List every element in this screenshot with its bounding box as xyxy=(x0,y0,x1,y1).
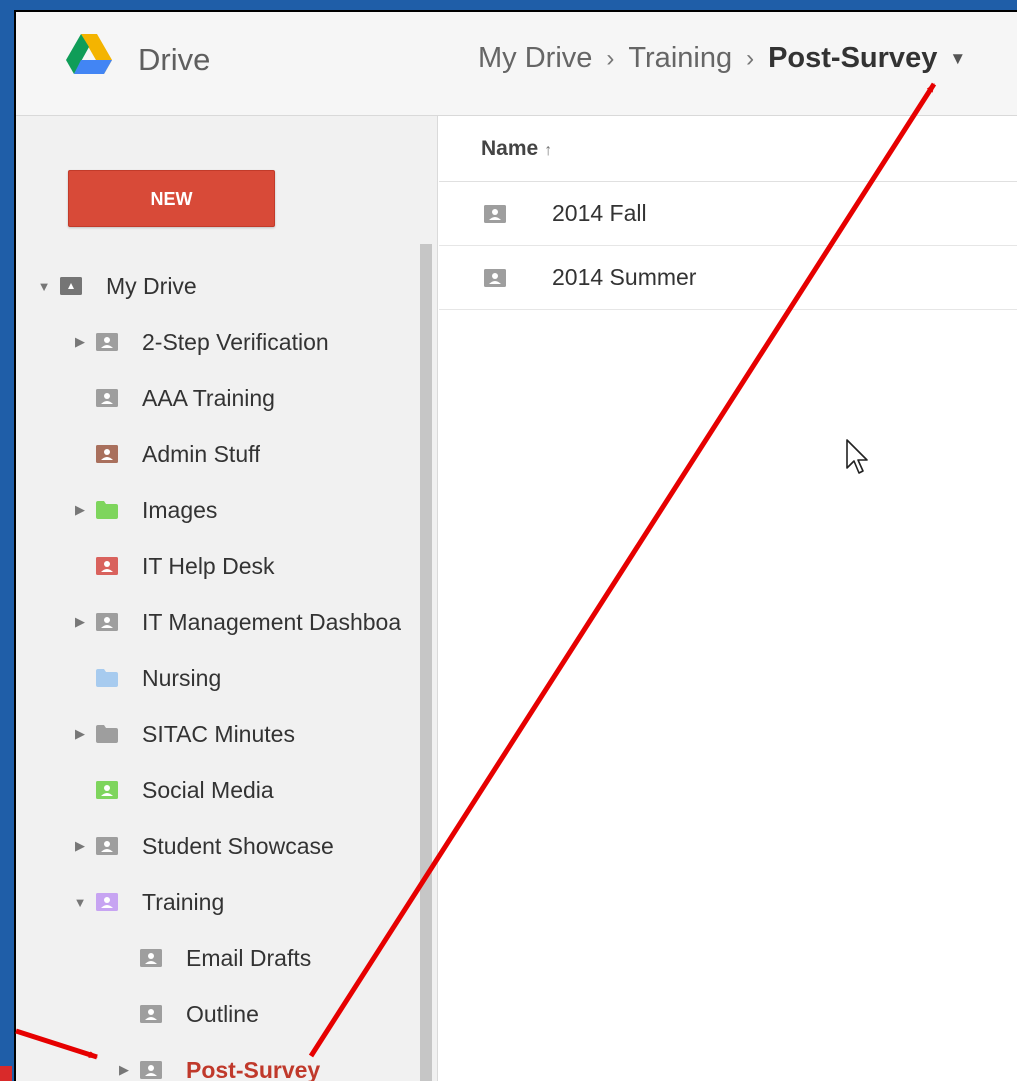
name-column-header[interactable]: Name ↑ xyxy=(481,137,552,161)
sidebar-item-student-showcase[interactable]: ▶ Student Showcase xyxy=(16,826,416,866)
sidebar-item-social-media[interactable]: Social Media xyxy=(16,770,416,810)
sidebar-item-2-step-verification[interactable]: ▶ 2-Step Verification xyxy=(16,322,416,362)
red-marker xyxy=(0,1066,12,1081)
drive-logo-icon[interactable] xyxy=(66,34,112,74)
shared-folder-icon xyxy=(96,445,118,463)
file-name: 2014 Fall xyxy=(552,200,647,226)
tree-item-label: Nursing xyxy=(142,664,222,691)
arrow-up-icon: ↑ xyxy=(544,142,553,159)
caret-down-icon[interactable]: ▼ xyxy=(949,49,966,69)
expand-right-icon[interactable]: ▶ xyxy=(116,1062,132,1078)
expand-right-icon[interactable]: ▶ xyxy=(72,614,88,630)
sidebar-item-outline[interactable]: Outline xyxy=(16,994,416,1034)
app-title[interactable]: Drive xyxy=(138,42,210,78)
file-name: 2014 Summer xyxy=(552,264,697,290)
shared-folder-icon xyxy=(140,1061,162,1079)
folder-icon xyxy=(96,501,118,519)
shared-folder-icon xyxy=(439,268,506,287)
tree-item-label: 2-Step Verification xyxy=(142,328,329,355)
tree-item-label: My Drive xyxy=(106,272,197,299)
chevron-right-icon: › xyxy=(746,44,755,72)
sidebar-item-post-survey[interactable]: ▶ Post-Survey xyxy=(16,1050,416,1081)
file-list: Name ↑ 2014 Fall 2014 Summer xyxy=(439,116,1017,1081)
name-column-label: Name xyxy=(481,137,539,160)
expand-down-icon[interactable]: ▼ xyxy=(36,279,52,294)
shared-folder-icon xyxy=(96,837,118,855)
folder-icon xyxy=(96,725,118,743)
breadcrumb-current-folder[interactable]: Post-Survey xyxy=(768,42,937,75)
sidebar-scrollbar[interactable] xyxy=(420,244,432,1081)
tree-item-label: AAA Training xyxy=(142,384,275,411)
new-button[interactable]: NEW xyxy=(68,170,275,227)
tree-item-label: Training xyxy=(142,888,225,915)
drive-folder-icon xyxy=(60,277,82,295)
sidebar: NEW ▼ My Drive ▶ 2-Step Verification AAA Tra… xyxy=(16,116,438,1081)
tree-item-label: Student Showcase xyxy=(142,832,334,859)
sidebar-item-aaa-training[interactable]: AAA Training xyxy=(16,378,416,418)
shared-folder-icon xyxy=(96,557,118,575)
tree-item-label: Social Media xyxy=(142,776,274,803)
shared-folder-icon xyxy=(96,333,118,351)
breadcrumb-item-training[interactable]: Training xyxy=(628,42,732,75)
sidebar-item-nursing[interactable]: Nursing xyxy=(16,658,416,698)
sidebar-item-images[interactable]: ▶ Images xyxy=(16,490,416,530)
shared-folder-icon xyxy=(140,1005,162,1023)
shared-folder-icon xyxy=(96,613,118,631)
expand-right-icon[interactable]: ▶ xyxy=(72,502,88,518)
list-header: Name ↑ xyxy=(439,116,1017,182)
expand-right-icon[interactable]: ▶ xyxy=(72,334,88,350)
shared-folder-icon xyxy=(439,204,506,223)
tree-item-label: Outline xyxy=(186,1000,259,1027)
drive-window: Drive My Drive › Training › Post-Survey … xyxy=(14,10,1017,1081)
chevron-right-icon: › xyxy=(606,44,615,72)
shared-folder-icon xyxy=(96,781,118,799)
expand-right-icon[interactable]: ▶ xyxy=(72,726,88,742)
mouse-cursor-icon xyxy=(846,439,868,474)
tree-item-label: Post-Survey xyxy=(186,1056,321,1081)
tree-item-label: SITAC Minutes xyxy=(142,720,295,747)
sidebar-item-admin-stuff[interactable]: Admin Stuff xyxy=(16,434,416,474)
sidebar-item-it-help-desk[interactable]: IT Help Desk xyxy=(16,546,416,586)
tree-item-label: IT Help Desk xyxy=(142,552,275,579)
sidebar-item-my-drive[interactable]: ▼ My Drive xyxy=(16,266,416,306)
shared-folder-icon xyxy=(96,893,118,911)
top-bar: Drive My Drive › Training › Post-Survey … xyxy=(16,12,1017,116)
file-row[interactable]: 2014 Fall xyxy=(439,182,1017,246)
tree-item-label: IT Management Dashboa xyxy=(142,608,402,635)
folder-icon xyxy=(96,669,118,687)
shared-folder-icon xyxy=(96,389,118,407)
tree-item-label: Email Drafts xyxy=(186,944,312,971)
breadcrumb: My Drive › Training › Post-Survey ▼ xyxy=(478,42,966,75)
file-row[interactable]: 2014 Summer xyxy=(439,246,1017,310)
tree-item-label: Admin Stuff xyxy=(142,440,261,467)
sidebar-item-email-drafts[interactable]: Email Drafts xyxy=(16,938,416,978)
breadcrumb-item-my-drive[interactable]: My Drive xyxy=(478,42,592,75)
sidebar-item-it-management-dashboa[interactable]: ▶ IT Management Dashboa xyxy=(16,602,416,642)
tree-item-label: Images xyxy=(142,496,218,523)
sidebar-item-sitac-minutes[interactable]: ▶ SITAC Minutes xyxy=(16,714,416,754)
expand-right-icon[interactable]: ▶ xyxy=(72,838,88,854)
shared-folder-icon xyxy=(140,949,162,967)
expand-down-icon[interactable]: ▼ xyxy=(72,895,88,910)
sidebar-item-training[interactable]: ▼ Training xyxy=(16,882,416,922)
